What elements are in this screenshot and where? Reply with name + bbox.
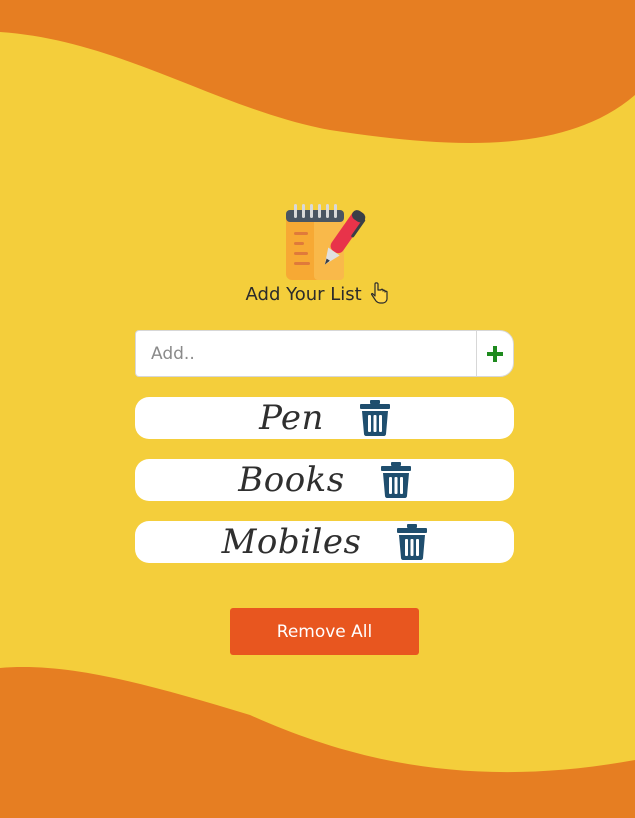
notepad-pen-icon	[286, 204, 366, 280]
trash-icon	[359, 400, 390, 436]
list-item: Mobiles	[135, 521, 514, 563]
plus-icon	[487, 345, 503, 362]
list-item-label: Mobiles	[221, 522, 362, 562]
add-item-input[interactable]	[135, 330, 476, 377]
hand-pointing-down-icon	[371, 282, 389, 304]
page-heading: Add Your List	[0, 282, 635, 307]
delete-item-button[interactable]	[397, 524, 428, 560]
list-item: Books	[135, 459, 514, 501]
trash-icon	[380, 462, 411, 498]
page-title: Add Your List	[245, 284, 362, 305]
delete-item-button[interactable]	[380, 462, 411, 498]
list-item-label: Pen	[259, 398, 324, 438]
add-item-button[interactable]	[476, 330, 514, 377]
add-item-form	[135, 330, 514, 377]
trash-icon	[397, 524, 428, 560]
list-item: Pen	[135, 397, 514, 439]
remove-all-button[interactable]: Remove All	[230, 608, 419, 655]
list-item-label: Books	[238, 460, 345, 500]
delete-item-button[interactable]	[359, 400, 390, 436]
